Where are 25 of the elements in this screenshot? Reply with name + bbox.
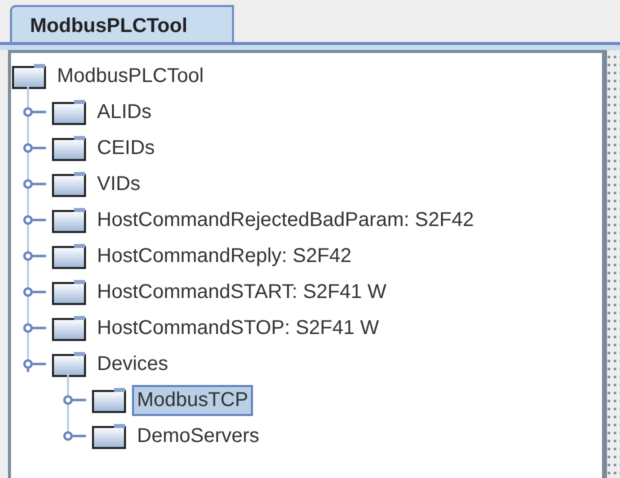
folder-icon bbox=[52, 99, 86, 125]
tree-node-label[interactable]: HostCommandReply: S2F42 bbox=[92, 240, 357, 272]
tree-node-label[interactable]: ModbusTCP bbox=[132, 384, 254, 416]
tab[interactable]: ModbusPLCTool bbox=[10, 5, 234, 42]
folder-icon bbox=[92, 423, 126, 449]
folder-icon bbox=[52, 351, 86, 377]
resize-grip[interactable] bbox=[607, 50, 620, 478]
tree-node-label[interactable]: CEIDs bbox=[92, 132, 160, 164]
folder-icon bbox=[52, 171, 86, 197]
folder-icon bbox=[52, 135, 86, 161]
folder-icon bbox=[52, 207, 86, 233]
tree-node-label[interactable]: HostCommandSTOP: S2F41 W bbox=[92, 312, 384, 344]
folder-icon bbox=[92, 387, 126, 413]
folder-icon bbox=[12, 63, 46, 89]
folder-icon bbox=[52, 279, 86, 305]
folder-icon bbox=[52, 243, 86, 269]
tree-node-label[interactable]: HostCommandSTART: S2F41 W bbox=[92, 276, 392, 308]
tree-node-label[interactable]: ModbusPLCTool bbox=[52, 60, 209, 92]
tree-node-label[interactable]: Devices bbox=[92, 348, 174, 380]
tree-node-label[interactable]: ALIDs bbox=[92, 96, 156, 128]
expand-handle-icon[interactable] bbox=[22, 358, 46, 372]
tree-node-label[interactable]: HostCommandRejectedBadParam: S2F42 bbox=[92, 204, 479, 236]
tree-node-label[interactable]: DemoServers bbox=[132, 420, 264, 452]
folder-icon bbox=[52, 315, 86, 341]
tree-node-label[interactable]: VIDs bbox=[92, 168, 146, 200]
